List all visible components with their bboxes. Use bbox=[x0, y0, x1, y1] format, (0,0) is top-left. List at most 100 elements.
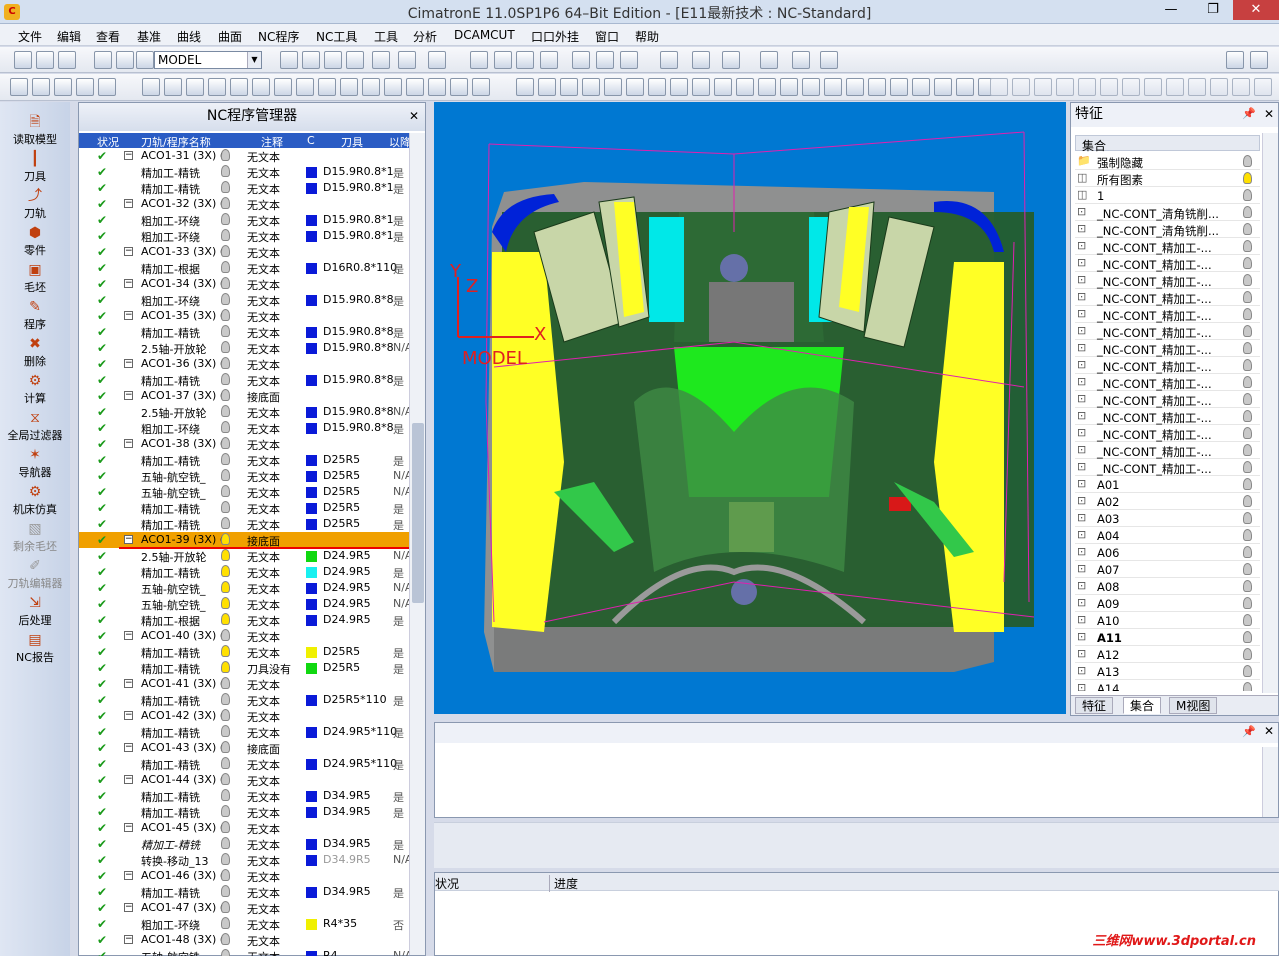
visibility-bulb-icon[interactable] bbox=[221, 197, 230, 209]
restore-button[interactable]: ❐ bbox=[1197, 0, 1229, 20]
list-item[interactable]: ⊡ _NC-CONT_清角铣削... bbox=[1075, 204, 1260, 221]
collapse-icon[interactable]: − bbox=[124, 391, 133, 400]
table-row[interactable]: ✔ 精加工-精铣 无文本 D15.9R0.8*8 是 bbox=[79, 372, 409, 388]
table-row[interactable]: ✔ − ACO1-40 (3X) (无文本 bbox=[79, 628, 409, 644]
table-row[interactable]: ✔ 五轴-航空铣_ 无文本 D24.9R5 N/A bbox=[79, 580, 409, 596]
collapse-icon[interactable]: − bbox=[124, 679, 133, 688]
toolbar-tool-icon[interactable] bbox=[780, 78, 798, 96]
table-row[interactable]: ✔ 2.5轴-开放轮 无文本 D24.9R5 N/A bbox=[79, 548, 409, 564]
toolbar-tool-icon[interactable] bbox=[582, 78, 600, 96]
visibility-bulb-icon[interactable] bbox=[1243, 597, 1252, 609]
table-row[interactable]: ✔ 精加工-精铣 无文本 D34.9R5 是 bbox=[79, 836, 409, 852]
toolbar-tool-icon[interactable] bbox=[470, 51, 488, 69]
toolbar-tool-icon[interactable] bbox=[660, 51, 678, 69]
visibility-bulb-icon[interactable] bbox=[1243, 444, 1252, 456]
visibility-bulb-icon[interactable] bbox=[221, 645, 230, 657]
table-row[interactable]: ✔ 精加工-精铣 刀具没有 D25R5 是 bbox=[79, 660, 409, 676]
toolbar-tool-icon[interactable] bbox=[560, 78, 578, 96]
table-row[interactable]: ✔ 粗加工-环绕 无文本 D15.9R0.8*8 是 bbox=[79, 292, 409, 308]
toolbar-tool-icon[interactable] bbox=[802, 78, 820, 96]
collapse-icon[interactable]: − bbox=[124, 775, 133, 784]
table-row[interactable]: ✔ 五轴-航空铣 无文本 R4 N/A bbox=[79, 948, 409, 956]
list-item[interactable]: ⊡ _NC-CONT_精加工-... bbox=[1075, 374, 1260, 391]
menu-item-7[interactable]: NC工具 bbox=[316, 28, 357, 45]
visibility-bulb-icon[interactable] bbox=[221, 181, 230, 193]
table-row[interactable]: ✔ − ACO1-42 (3X) (无文本 bbox=[79, 708, 409, 724]
menu-item-4[interactable]: 曲线 bbox=[177, 28, 201, 45]
visibility-bulb-icon[interactable] bbox=[221, 213, 230, 225]
visibility-bulb-icon[interactable] bbox=[221, 485, 230, 497]
toolbar-tool-icon[interactable] bbox=[736, 78, 754, 96]
table-row[interactable]: ✔ − ACO1-34 (3X) (无文本 bbox=[79, 276, 409, 292]
table-row[interactable]: ✔ − ACO1-37 (3X) (接底面 bbox=[79, 388, 409, 404]
visibility-bulb-icon[interactable] bbox=[221, 341, 230, 353]
visibility-bulb-icon[interactable] bbox=[1243, 308, 1252, 320]
left-tool-button-4[interactable]: ▣ 毛坯 bbox=[0, 262, 70, 295]
visibility-bulb-icon[interactable] bbox=[1243, 461, 1252, 473]
menu-item-10[interactable]: DCAMCUT bbox=[454, 28, 515, 42]
visibility-bulb-icon[interactable] bbox=[221, 885, 230, 897]
toolbar-tool-icon[interactable] bbox=[1012, 78, 1030, 96]
close-icon[interactable]: ✕ bbox=[409, 103, 419, 129]
toolbar-tool-icon[interactable] bbox=[372, 51, 390, 69]
table-row[interactable]: ✔ 精加工-精铣 无文本 D24.9R5*110 是 bbox=[79, 724, 409, 740]
visibility-bulb-icon[interactable] bbox=[1243, 614, 1252, 626]
collapse-icon[interactable]: − bbox=[124, 631, 133, 640]
toolbar-tool-icon[interactable] bbox=[164, 78, 182, 96]
toolbar-tool-icon[interactable] bbox=[540, 51, 558, 69]
toolbar-tool-icon[interactable] bbox=[406, 78, 424, 96]
table-row[interactable]: ✔ 精加工-精铣 无文本 D34.9R5 是 bbox=[79, 884, 409, 900]
toolbar-tool-icon[interactable] bbox=[538, 78, 556, 96]
menu-item-2[interactable]: 查看 bbox=[96, 28, 120, 45]
list-item[interactable]: ⊡ _NC-CONT_精加工-... bbox=[1075, 340, 1260, 357]
table-row[interactable]: ✔ 2.5轴-开放轮 无文本 D15.9R0.8*8 N/A bbox=[79, 340, 409, 356]
toolbar-tool-icon[interactable] bbox=[10, 78, 28, 96]
visibility-bulb-icon[interactable] bbox=[221, 629, 230, 641]
collapse-icon[interactable]: − bbox=[124, 903, 133, 912]
toolbar-tool-icon[interactable] bbox=[384, 78, 402, 96]
toolbar-tool-icon[interactable] bbox=[94, 51, 112, 69]
table-row[interactable]: ✔ 精加工-精铣 无文本 D25R5*110 是 bbox=[79, 692, 409, 708]
toolbar-tool-icon[interactable] bbox=[280, 51, 298, 69]
toolbar-tool-icon[interactable] bbox=[346, 51, 364, 69]
visibility-bulb-icon[interactable] bbox=[221, 613, 230, 625]
toolbar-tool-icon[interactable] bbox=[760, 51, 778, 69]
collapse-icon[interactable]: − bbox=[124, 535, 133, 544]
toolbar-tool-icon[interactable] bbox=[252, 78, 270, 96]
left-tool-button-10[interactable]: ⚙ 机床仿真 bbox=[0, 484, 70, 517]
toolbar-tool-icon[interactable] bbox=[868, 78, 886, 96]
visibility-bulb-icon[interactable] bbox=[1243, 325, 1252, 337]
menu-item-0[interactable]: 文件 bbox=[18, 28, 42, 45]
toolbar-tool-icon[interactable] bbox=[934, 78, 952, 96]
minimize-button[interactable]: — bbox=[1155, 0, 1187, 20]
table-row[interactable]: ✔ 精加工-精铣 无文本 D24.9R5*110 是 bbox=[79, 756, 409, 772]
collapse-icon[interactable]: − bbox=[124, 151, 133, 160]
table-row[interactable]: ✔ − ACO1-32 (3X) (无文本 bbox=[79, 196, 409, 212]
visibility-bulb-icon[interactable] bbox=[221, 389, 230, 401]
toolbar-tool-icon[interactable] bbox=[620, 51, 638, 69]
visibility-bulb-icon[interactable] bbox=[221, 149, 230, 161]
toolbar-tool-icon[interactable] bbox=[340, 78, 358, 96]
toolbar-tool-icon[interactable] bbox=[116, 51, 134, 69]
table-row[interactable]: ✔ 粗加工-环绕 无文本 D15.9R0.8*1 是 bbox=[79, 212, 409, 228]
visibility-bulb-icon[interactable] bbox=[1243, 682, 1252, 691]
nc-column-3[interactable]: C bbox=[307, 134, 315, 147]
collapse-icon[interactable]: − bbox=[124, 311, 133, 320]
toolbar-tool-icon[interactable] bbox=[670, 78, 688, 96]
menu-item-9[interactable]: 分析 bbox=[413, 28, 437, 45]
toolbar-tool-icon[interactable] bbox=[230, 78, 248, 96]
visibility-bulb-icon[interactable] bbox=[221, 805, 230, 817]
list-item[interactable]: ⊡ _NC-CONT_精加工-... bbox=[1075, 459, 1260, 476]
toolbar-tool-icon[interactable] bbox=[1122, 78, 1140, 96]
nc-column-2[interactable]: 注释 bbox=[261, 134, 283, 148]
nc-column-5[interactable]: 以降 bbox=[389, 134, 409, 148]
list-item[interactable]: ◫ 1 bbox=[1075, 187, 1260, 204]
visibility-bulb-icon[interactable] bbox=[221, 789, 230, 801]
output-scrollbar[interactable] bbox=[1262, 747, 1278, 817]
visibility-bulb-icon[interactable] bbox=[221, 693, 230, 705]
list-item[interactable]: ⊡ _NC-CONT_精加工-... bbox=[1075, 238, 1260, 255]
table-row[interactable]: ✔ − ACO1-46 (3X) (无文本 bbox=[79, 868, 409, 884]
menu-item-12[interactable]: 窗口 bbox=[595, 28, 619, 45]
toolbar-tool-icon[interactable] bbox=[318, 78, 336, 96]
toolbar-tool-icon[interactable] bbox=[186, 78, 204, 96]
